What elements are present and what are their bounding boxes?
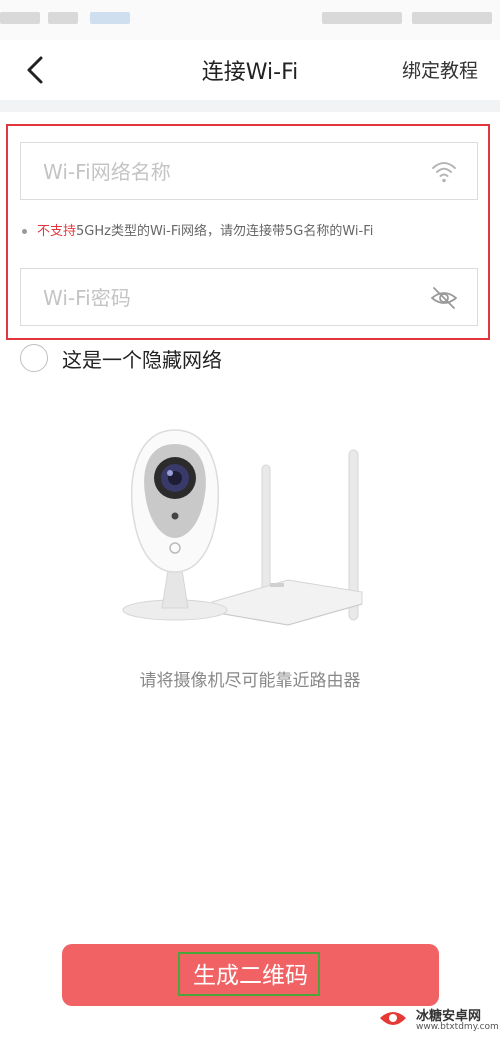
status-blur: [412, 12, 492, 24]
divider: [0, 100, 500, 112]
status-bar: [0, 0, 500, 40]
5ghz-warning-note: 不支持5GHz类型的Wi-Fi网络，请勿连接带5G名称的Wi-Fi: [22, 220, 373, 239]
warning-text: 不支持: [37, 224, 77, 239]
camera-router-illustration: [122, 429, 363, 626]
generate-qr-label: 生成二维码: [193, 963, 308, 989]
watermark: 冰糖安卓网 www.btxtdmy.com: [376, 1002, 499, 1036]
hidden-network-label: 这是一个隐藏网络: [62, 348, 222, 372]
note-text: 5GHz类型的Wi-Fi网络，请勿连接带5G名称的Wi-Fi: [76, 224, 374, 239]
ssid-input[interactable]: [41, 153, 405, 191]
watermark-url: www.btxtdmy.com: [416, 1022, 499, 1032]
placement-hint: 请将摄像机尽可能靠近路由器: [139, 671, 361, 691]
watermark-logo-icon: [380, 1012, 406, 1030]
ssid-field: [20, 142, 478, 200]
tutorial-link[interactable]: 绑定教程: [402, 56, 478, 83]
wifi-icon[interactable]: [429, 157, 459, 187]
status-blur: [322, 12, 402, 24]
status-blur: [90, 12, 130, 24]
password-field: [20, 268, 478, 326]
generate-qr-button[interactable]: 生成二维码: [62, 944, 439, 1006]
eye-off-icon[interactable]: [429, 283, 459, 313]
password-input[interactable]: [41, 279, 405, 317]
bullet-dot: [22, 229, 27, 234]
status-blur: [0, 12, 40, 24]
hidden-network-radio[interactable]: [20, 344, 48, 372]
status-blur: [48, 12, 78, 24]
nav-header: 连接Wi-Fi 绑定教程: [0, 40, 500, 100]
